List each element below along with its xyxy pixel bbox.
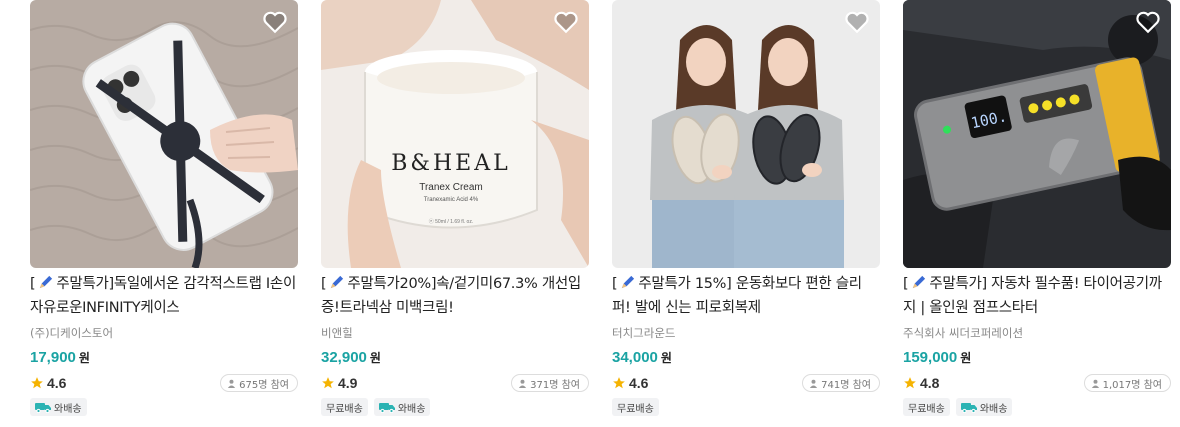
tag-free-shipping: 무료배송 (612, 398, 659, 416)
pencil-icon (331, 275, 344, 289)
product-image[interactable] (612, 0, 880, 268)
product-title[interactable]: [주말특가] 자동차 필수품! 타이어공기까지 | 올인원 점프스타터 (903, 272, 1171, 320)
pencil-icon (913, 275, 926, 289)
product-image[interactable]: B&HEAL Tranex Cream Tranexamic Acid 4% ⓔ… (321, 0, 589, 268)
truck-icon (35, 402, 51, 413)
price: 159,000 원 (903, 349, 972, 366)
shipping-tags: 무료배송 와배송 (321, 398, 431, 416)
price: 17,900 원 (30, 349, 90, 366)
jar-product-text: Tranex Cream (419, 182, 483, 193)
price: 32,900 원 (321, 349, 381, 366)
product-image[interactable] (30, 0, 298, 268)
heart-icon[interactable] (1135, 10, 1161, 34)
shipping-tags: 무료배송 (612, 398, 659, 416)
product-card[interactable]: B&HEAL Tranex Cream Tranexamic Acid 4% ⓔ… (321, 0, 589, 427)
product-title[interactable]: [주말특가20%]속/겉기미67.3% 개선입증!트라넥삼 미백크림! (321, 272, 589, 320)
heart-icon[interactable] (553, 10, 579, 34)
rating: 4.6 (30, 375, 66, 391)
participants-badge: 741명 참여 (802, 374, 880, 392)
tag-free-shipping: 무료배송 (321, 398, 368, 416)
person-icon (228, 379, 236, 388)
seller-name: 비앤힐 (321, 326, 353, 340)
shipping-tags: 와배송 (30, 398, 87, 416)
star-icon (31, 377, 43, 389)
tag-free-shipping: 무료배송 (903, 398, 950, 416)
person-icon (519, 379, 527, 388)
price: 34,000 원 (612, 349, 672, 366)
rating: 4.8 (903, 375, 939, 391)
heart-icon[interactable] (844, 10, 870, 34)
participants-badge: 1,017명 참여 (1083, 374, 1171, 392)
seller-name: (주)디케이스토어 (30, 326, 114, 340)
shipping-tags: 무료배송 와배송 (903, 398, 1013, 416)
tag-fast-delivery: 와배송 (955, 398, 1013, 416)
pencil-icon (622, 275, 635, 289)
star-icon (613, 377, 625, 389)
product-card[interactable]: [주말특가]독일에서온 감각적스트랩 I손이 자유로운INFINITY케이스 (… (30, 0, 298, 427)
product-card[interactable]: 100. [주말특가] 자동차 필수품! 타이어공기까지 | 올인원 점프스타터… (903, 0, 1171, 427)
product-title[interactable]: [주말특가]독일에서온 감각적스트랩 I손이 자유로운INFINITY케이스 (30, 272, 298, 320)
star-icon (322, 377, 334, 389)
person-icon (810, 379, 818, 388)
rating: 4.9 (321, 375, 357, 391)
seller-name: 터치그라운드 (612, 326, 676, 340)
truck-icon (378, 402, 395, 413)
person-icon (1091, 379, 1099, 388)
jar-brand-text: B&HEAL (391, 151, 511, 176)
product-image[interactable]: 100. (903, 0, 1171, 268)
product-title[interactable]: [주말특가 15%] 운동화보다 편한 슬리퍼! 발에 신는 피로회복제 (612, 272, 880, 320)
jar-sub-text: Tranexamic Acid 4% (424, 197, 479, 203)
tag-fast-delivery: 와배송 (30, 398, 87, 416)
truck-icon (960, 402, 977, 413)
heart-icon[interactable] (262, 10, 288, 34)
tag-fast-delivery: 와배송 (373, 398, 431, 416)
participants-badge: 371명 참여 (511, 374, 589, 392)
pencil-icon (40, 275, 53, 289)
product-card[interactable]: [주말특가 15%] 운동화보다 편한 슬리퍼! 발에 신는 피로회복제 터치그… (612, 0, 880, 427)
seller-name: 주식회사 씨더코퍼레이션 (903, 326, 1024, 340)
star-icon (904, 377, 916, 389)
jar-size-text: ⓔ 50ml / 1.69 fl. oz. (429, 218, 473, 225)
participants-badge: 675명 참여 (220, 374, 298, 392)
rating: 4.6 (612, 375, 648, 391)
